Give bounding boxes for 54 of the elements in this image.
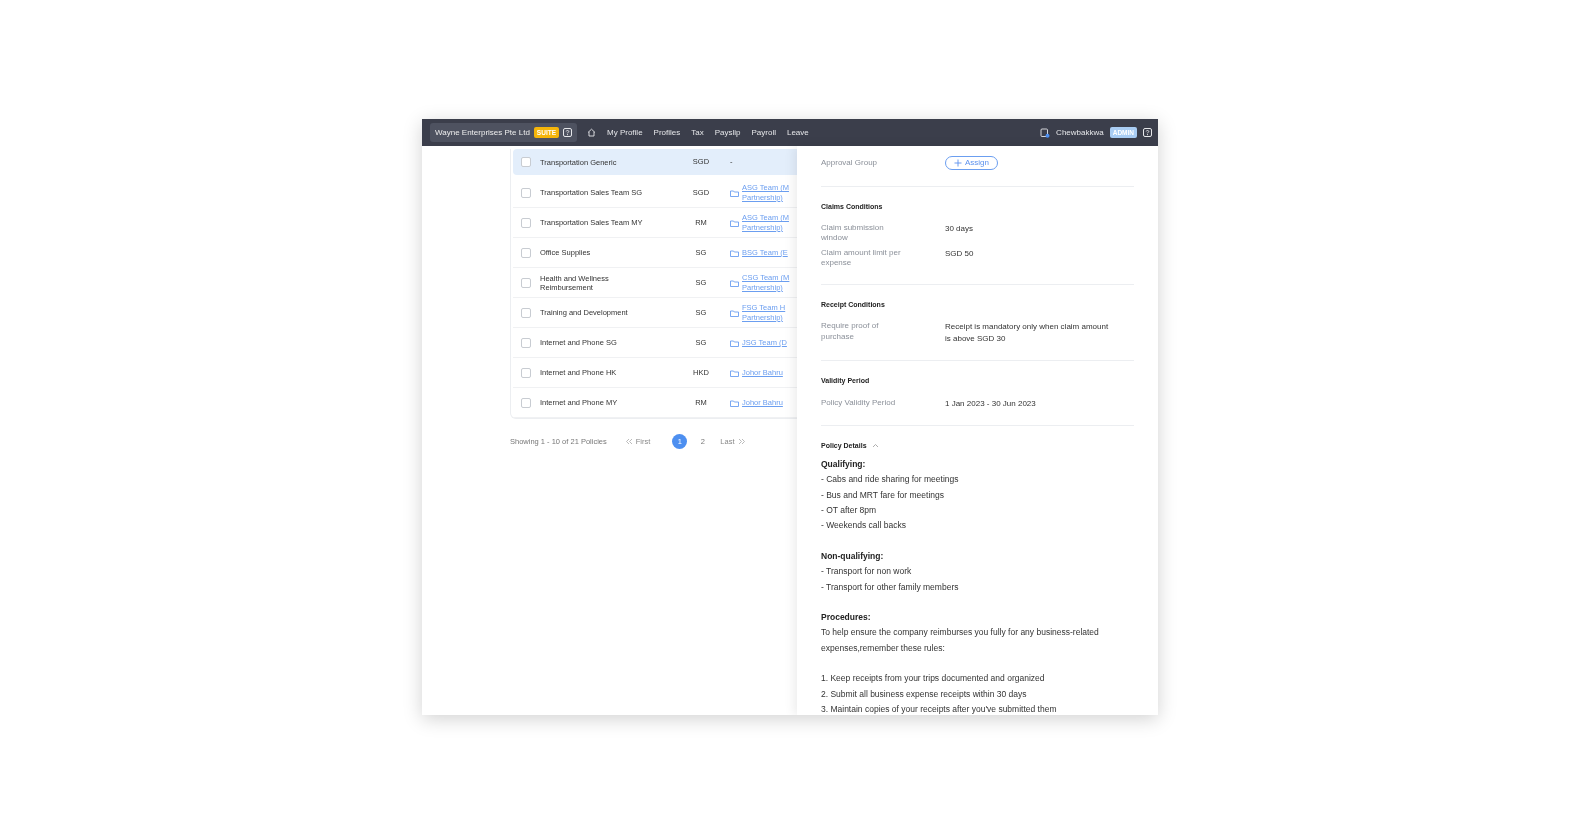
checkbox[interactable] [521, 217, 531, 228]
block-heading: Non-qualifying: [821, 549, 885, 563]
checkbox[interactable] [521, 277, 531, 288]
list-line: - OT after 8pm [821, 504, 878, 518]
chevron-up-icon[interactable] [871, 443, 879, 449]
folder-icon [730, 398, 739, 407]
checkbox[interactable] [521, 157, 531, 167]
list-line: 3. Maintain copies of your receipts after you've submitted them [821, 702, 1058, 715]
list-line: - Transport for non work [821, 565, 913, 579]
nav-link[interactable]: Leave [786, 126, 809, 139]
checkbox[interactable] [521, 307, 531, 318]
help-icon[interactable] [563, 128, 572, 137]
checkbox[interactable] [521, 247, 531, 258]
field-label: Approval Group [821, 157, 879, 168]
checkbox[interactable] [521, 397, 531, 408]
list-line: - Cabs and ride sharing for meetings [821, 473, 960, 487]
folder-icon [730, 338, 739, 347]
nav-link[interactable]: Payslip [714, 126, 741, 139]
field-label: Require proof of purchase [821, 321, 880, 343]
list-line: 1. Keep receipts from your trips documented and organized [821, 672, 1046, 686]
folder-icon [730, 188, 739, 197]
folder-icon [730, 248, 739, 257]
field-value: 30 days [945, 223, 974, 236]
nav-link[interactable]: Payroll [751, 126, 776, 139]
list-line: - Bus and MRT fare for meetings [821, 488, 945, 502]
folder-icon [730, 368, 739, 377]
folder-icon [730, 218, 739, 227]
home-icon[interactable] [587, 128, 596, 137]
field-label: Claim amount limit per expense [821, 247, 902, 269]
list-line: - Weekends call backs [821, 519, 907, 533]
block-heading: Procedures: [821, 611, 872, 625]
nav-link[interactable]: My Profile [607, 126, 643, 139]
field-value: Receipt is mandatory only when claim amount is above SGD 30 [945, 321, 1110, 346]
plus-icon [954, 158, 962, 167]
paragraph: To help ensure the company reimburses you fully for any business-related expenses,remember these rules: [821, 626, 1100, 655]
notification-icon[interactable] [1040, 127, 1051, 138]
user-name[interactable]: Chewbakkwa [1056, 126, 1104, 139]
list-line: - Transport for other family members [821, 580, 960, 594]
double-chevron-right-icon [737, 438, 746, 445]
nav-link[interactable]: Tax [691, 126, 704, 139]
block-heading: Qualifying: [821, 458, 867, 472]
nav-link[interactable]: Profiles [653, 126, 681, 139]
field-value: 1 Jan 2023 - 30 Jun 2023 [945, 397, 1036, 410]
checkbox[interactable] [521, 367, 531, 378]
folder-icon [730, 308, 739, 317]
double-chevron-left-icon [624, 438, 633, 445]
checkbox[interactable] [521, 187, 531, 198]
field-label: Claim submission window [821, 223, 885, 244]
help-icon[interactable] [1143, 128, 1152, 137]
checkbox[interactable] [521, 337, 531, 348]
folder-icon [730, 278, 739, 287]
field-value: SGD 50 [945, 247, 974, 260]
list-line: 2. Submit all business expense receipts within 30 days [821, 687, 1028, 701]
field-label: Policy Validity Period [821, 397, 897, 409]
